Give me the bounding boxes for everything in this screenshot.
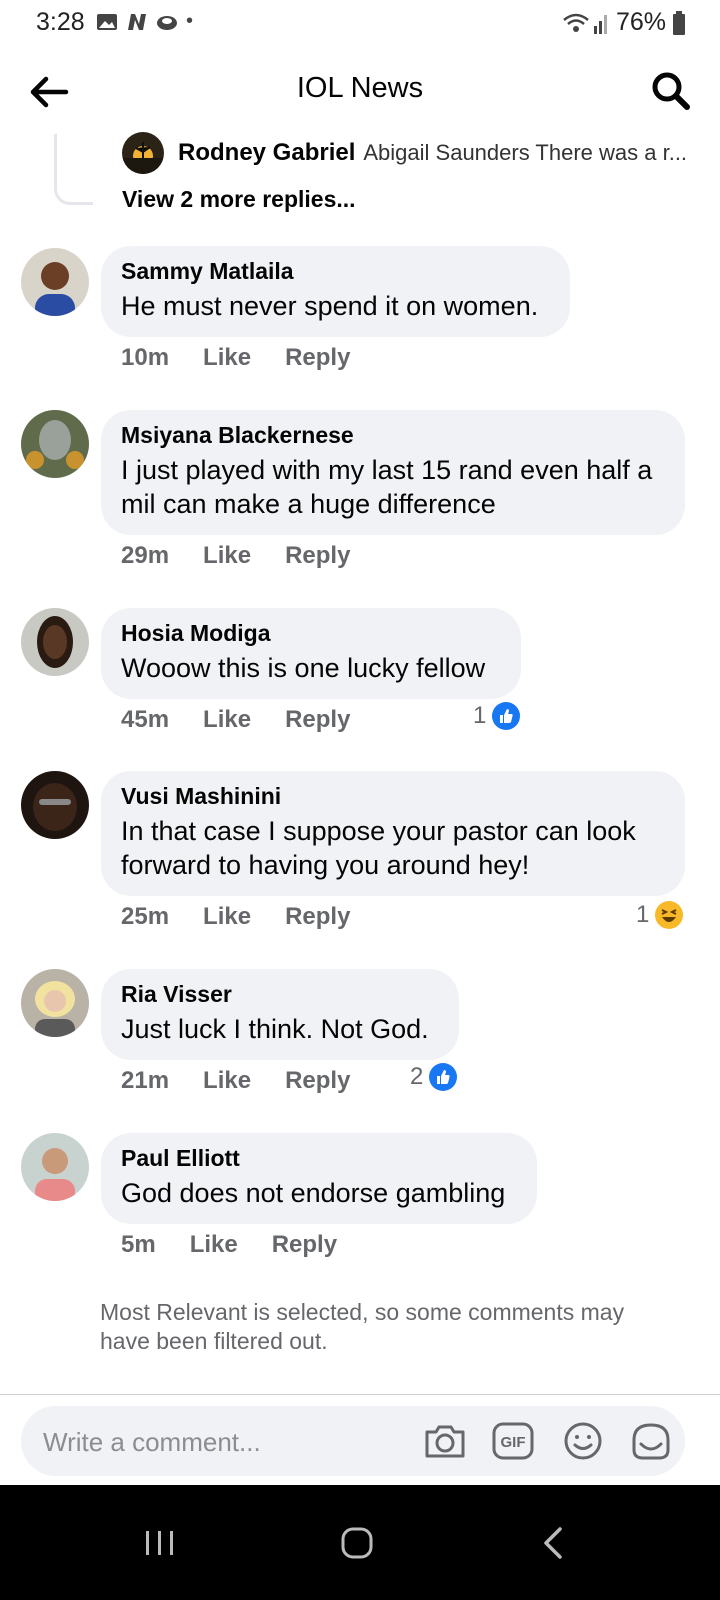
avatar[interactable] (21, 969, 89, 1037)
status-notification-icons: • (96, 10, 193, 33)
comment-time[interactable]: 29m (121, 542, 169, 570)
app-header: IOL News (0, 56, 720, 126)
home-icon[interactable] (335, 1521, 379, 1565)
comment-time[interactable]: 5m (121, 1231, 156, 1259)
reaction-summary[interactable]: 1 (636, 901, 684, 929)
reply-button[interactable]: Reply (285, 706, 350, 734)
sticker-icon[interactable] (629, 1420, 673, 1462)
comment-author[interactable]: Sammy Matlaila (121, 258, 550, 285)
status-right: 76% (562, 8, 686, 37)
recent-apps-icon[interactable] (138, 1521, 182, 1565)
comment-text: Just luck I think. Not God. (121, 1014, 429, 1044)
gif-icon[interactable]: GIF (491, 1420, 535, 1462)
like-button[interactable]: Like (203, 542, 251, 570)
like-button[interactable]: Like (203, 903, 251, 931)
status-bar: 3:28 • 76% (0, 0, 720, 44)
comment-time[interactable]: 21m (121, 1067, 169, 1095)
nested-reply[interactable]: Rodney Gabriel Abigail Saunders There wa… (122, 132, 687, 174)
comment-actions: 10m Like Reply (121, 344, 350, 372)
like-button[interactable]: Like (190, 1231, 238, 1259)
comment-author[interactable]: Msiyana Blackernese (121, 422, 665, 449)
comment-actions: 25m Like Reply (121, 903, 350, 931)
reaction-summary[interactable]: 1 (473, 702, 521, 730)
status-dot: • (186, 10, 194, 32)
reply-author[interactable]: Rodney Gabriel (178, 139, 355, 167)
composer-divider (0, 1394, 720, 1395)
reaction-count: 1 (473, 702, 487, 729)
comment-time[interactable]: 25m (121, 903, 169, 931)
comment-text: In that case I suppose your pastor can l… (121, 816, 636, 880)
comment-bubble[interactable]: Hosia Modiga Wooow this is one lucky fel… (101, 608, 521, 699)
page-title: IOL News (296, 72, 424, 104)
avatar[interactable] (21, 608, 89, 676)
reply-button[interactable]: Reply (272, 1231, 337, 1259)
comment-actions: 45m Like Reply (121, 706, 350, 734)
reply-preview: Abigail Saunders There was a r... (363, 140, 688, 165)
reaction-count: 1 (636, 901, 650, 928)
comment-text: God does not endorse gambling (121, 1178, 506, 1208)
status-time: 3:28 (36, 8, 85, 36)
comment-author[interactable]: Ria Visser (121, 981, 439, 1008)
comment-bubble[interactable]: Ria Visser Just luck I think. Not God. (101, 969, 459, 1060)
battery-percent: 76% (615, 8, 666, 36)
comment-bubble[interactable]: Msiyana Blackernese I just played with m… (101, 410, 685, 535)
emoji-icon[interactable] (561, 1420, 605, 1462)
comment-text: He must never spend it on women. (121, 291, 539, 321)
camera-icon[interactable] (423, 1420, 467, 1462)
comment-time[interactable]: 45m (121, 706, 169, 734)
reply-button[interactable]: Reply (285, 344, 350, 372)
reaction-count: 2 (410, 1063, 424, 1090)
comment-time[interactable]: 10m (121, 344, 169, 372)
like-button[interactable]: Like (203, 344, 251, 372)
comment-actions: 29m Like Reply (121, 542, 350, 570)
back-nav-icon[interactable] (532, 1521, 576, 1565)
reply-button[interactable]: Reply (285, 542, 350, 570)
reply-button[interactable]: Reply (285, 903, 350, 931)
like-button[interactable]: Like (203, 1067, 251, 1095)
reply-button[interactable]: Reply (285, 1067, 350, 1095)
avatar[interactable] (21, 1133, 89, 1201)
comment-author[interactable]: Hosia Modiga (121, 620, 501, 647)
like-icon (429, 1063, 458, 1091)
cloud-app-icon (157, 15, 177, 30)
wifi-signal-icon (563, 13, 607, 34)
comment-author[interactable]: Vusi Mashinini (121, 783, 665, 810)
comment-actions: 5m Like Reply (121, 1231, 337, 1259)
avatar[interactable] (21, 410, 89, 478)
comment-actions: 21m Like Reply (121, 1067, 350, 1095)
view-more-replies-link[interactable]: View 2 more replies... (122, 186, 356, 213)
avatar[interactable] (21, 248, 89, 316)
like-button[interactable]: Like (203, 706, 251, 734)
comment-author[interactable]: Paul Elliott (121, 1145, 517, 1172)
n-app-icon (128, 13, 146, 30)
thread-connector (54, 134, 93, 205)
filter-notice: Most Relevant is selected, so some comme… (100, 1299, 625, 1354)
like-icon (492, 702, 521, 730)
avatar[interactable] (21, 771, 89, 839)
gallery-icon (97, 13, 117, 30)
battery-icon (673, 10, 685, 35)
haha-icon (655, 901, 684, 929)
comment-bubble[interactable]: Paul Elliott God does not endorse gambli… (101, 1133, 537, 1224)
comment-bubble[interactable]: Sammy Matlaila He must never spend it on… (101, 246, 570, 337)
search-icon[interactable] (650, 70, 692, 112)
avatar[interactable] (122, 132, 164, 174)
svg-text:GIF: GIF (501, 1434, 526, 1451)
comment-text: I just played with my last 15 rand even … (121, 455, 653, 519)
comment-text: Wooow this is one lucky fellow (121, 653, 486, 683)
comment-input[interactable] (41, 1406, 405, 1478)
system-nav-bar (0, 1485, 720, 1600)
comment-bubble[interactable]: Vusi Mashinini In that case I suppose yo… (101, 771, 685, 896)
comment-composer: GIF (21, 1406, 685, 1478)
reaction-summary[interactable]: 2 (410, 1063, 458, 1091)
